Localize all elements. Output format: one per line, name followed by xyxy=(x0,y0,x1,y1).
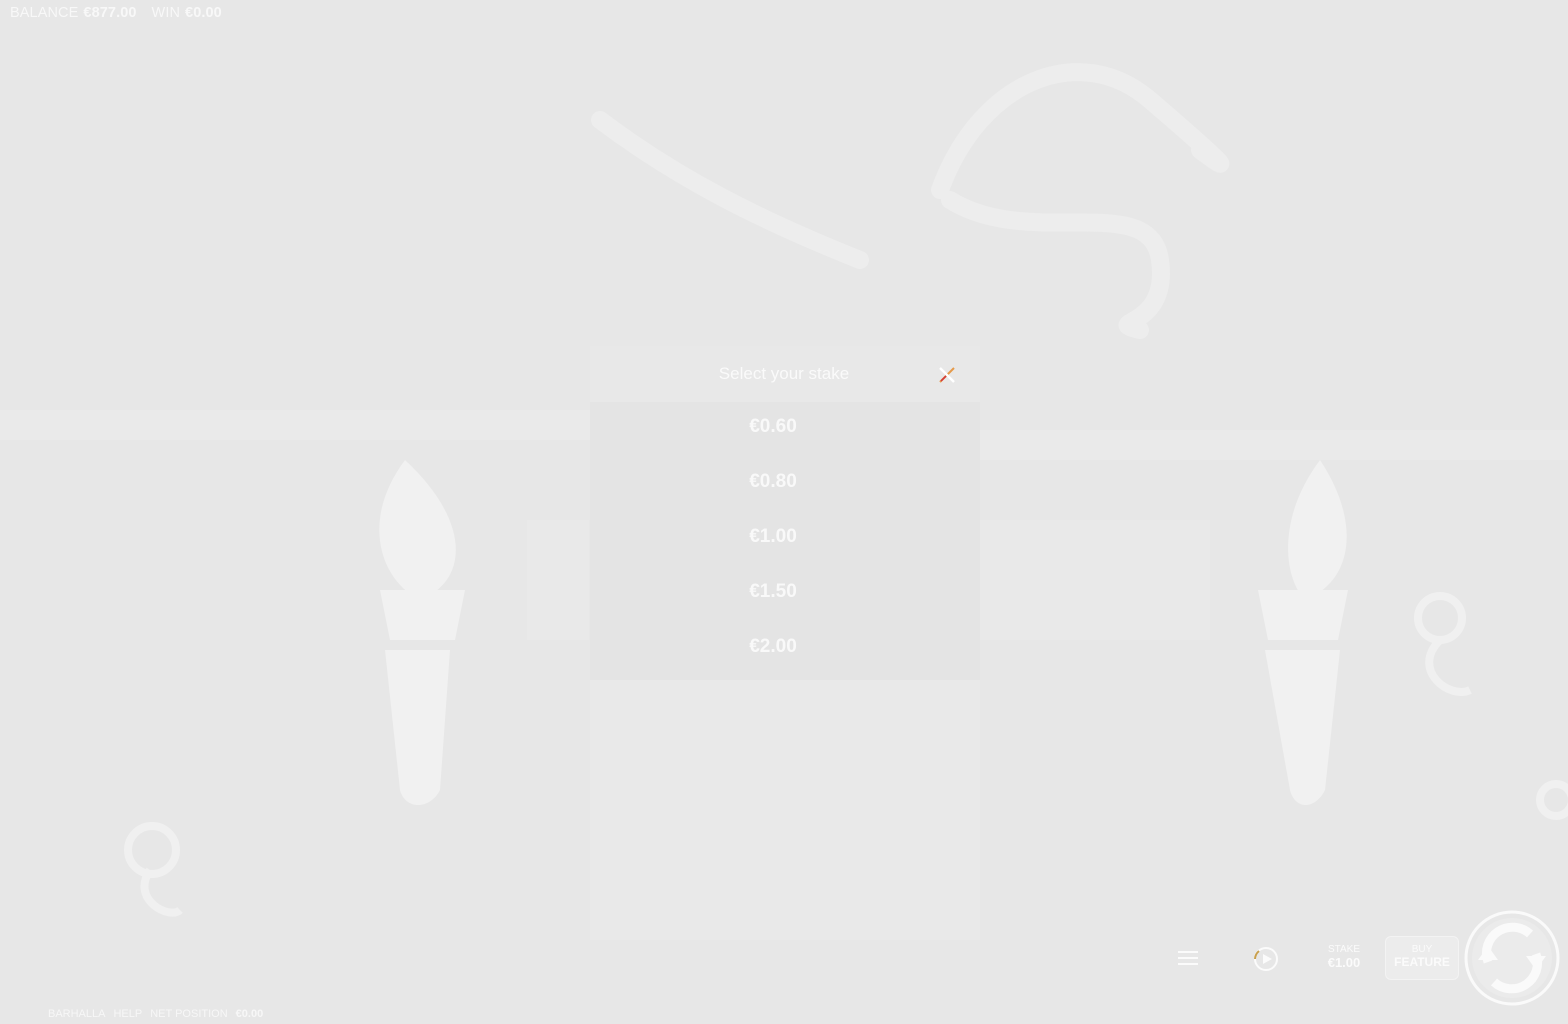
game-name: BARHALLA xyxy=(48,1008,106,1020)
stake-option-0-80[interactable]: €0.80 xyxy=(590,457,956,512)
buy-label: BUY xyxy=(1411,944,1433,955)
win-value: €0.00 xyxy=(185,5,222,21)
stake-option-1-00[interactable]: €1.00 xyxy=(590,512,956,567)
stake-option-2-00[interactable]: €2.00 xyxy=(590,622,956,677)
stake-option-0-60[interactable]: €0.60 xyxy=(590,402,956,457)
balance-label: BALANCE xyxy=(10,5,79,21)
footer-bar: BARHALLA HELP NET POSITION €0.00 xyxy=(48,1008,263,1020)
autoplay-icon[interactable] xyxy=(1251,944,1281,974)
stake-dialog-header: Select your stake xyxy=(590,346,980,402)
game-screen: BALANCE €877.00 WIN €0.00 Select your st… xyxy=(0,0,1568,1024)
torch-left xyxy=(379,460,465,805)
stake-value: €1.00 xyxy=(1327,955,1361,970)
stake-options-list: €0.60 €0.80 €1.00 €1.50 €2.00 xyxy=(590,402,980,680)
stake-dialog-title: Select your stake xyxy=(718,364,850,383)
menu-icon[interactable] xyxy=(1176,946,1200,970)
stake-option-1-50[interactable]: €1.50 xyxy=(590,567,956,622)
torch-right xyxy=(1258,460,1348,805)
win-label: WIN xyxy=(151,5,181,21)
net-position-value: €0.00 xyxy=(235,1008,264,1020)
net-position-label: NET POSITION xyxy=(150,1008,228,1020)
buy-feature-button[interactable]: BUY FEATURE xyxy=(1385,936,1459,980)
help-link[interactable]: HELP xyxy=(113,1008,142,1020)
close-icon[interactable] xyxy=(937,365,957,385)
balance-value: €877.00 xyxy=(83,5,137,21)
balance-bar: BALANCE €877.00 WIN €0.00 xyxy=(10,5,222,21)
feature-label: FEATURE xyxy=(1394,955,1450,969)
stake-label: STAKE xyxy=(1327,944,1361,955)
stake-button[interactable]: STAKE €1.00 xyxy=(1308,936,1380,982)
spin-icon[interactable] xyxy=(1464,910,1560,1006)
